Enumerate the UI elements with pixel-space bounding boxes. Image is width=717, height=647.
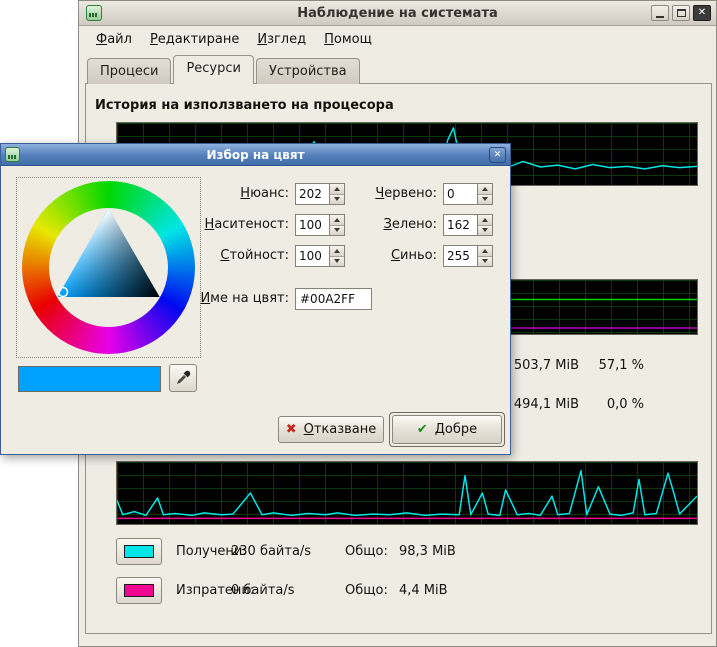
tab-bar: Процеси Ресурси Устройства	[87, 56, 362, 84]
tab-processes[interactable]: Процеси	[87, 58, 171, 84]
blue-spinbox	[443, 245, 493, 267]
ok-icon: ✔	[417, 422, 428, 437]
sent-total: 4,4 MiB	[399, 582, 448, 600]
network-history-chart	[116, 461, 698, 525]
blue-spin-buttons	[477, 246, 492, 266]
arrow-down-icon	[482, 228, 488, 232]
eyedropper-button[interactable]	[169, 364, 197, 392]
memory-amount: 503,7 MiB	[499, 358, 579, 373]
blue-input[interactable]	[444, 246, 477, 266]
dialog-close-button[interactable]: ✕	[489, 147, 506, 163]
received-rate: 230 байта/s	[231, 543, 311, 561]
close-icon: ✕	[698, 8, 706, 18]
saturation-input[interactable]	[296, 215, 329, 235]
close-button[interactable]: ✕	[693, 5, 711, 21]
green-spin-up-button[interactable]	[478, 215, 492, 225]
cancel-button[interactable]: ✖ Отказване	[278, 416, 384, 443]
arrow-down-icon	[482, 197, 488, 201]
hsv-triangle[interactable]	[22, 181, 195, 354]
received-total: 98,3 MiB	[399, 543, 456, 561]
blue-spin-down-button[interactable]	[478, 256, 492, 267]
saturation-label: Наситеност:	[151, 214, 289, 236]
sent-rate: 0 байта/s	[231, 582, 295, 600]
titlebar[interactable]: Наблюдение на системата ✕	[79, 1, 716, 26]
value-label: Стойност:	[151, 245, 289, 267]
green-label: Зелено:	[333, 214, 437, 236]
window-controls: ✕	[651, 5, 711, 21]
hue-label: Нюанс:	[151, 183, 289, 205]
arrow-down-icon	[482, 259, 488, 263]
received-total-label: Общо:	[345, 543, 388, 561]
value-input[interactable]	[296, 246, 329, 266]
color-picker-dialog: Избор на цвят ✕ Нюанс:	[0, 143, 511, 455]
green-spin-buttons	[477, 215, 492, 235]
red-spin-buttons	[477, 184, 492, 204]
menu-file[interactable]: Файл	[87, 29, 141, 50]
dialog-title: Избор на цвят	[1, 148, 510, 162]
color-name-input[interactable]	[295, 288, 372, 310]
swap-percent: 0,0 %	[584, 397, 644, 412]
sent-total-label: Общо:	[345, 582, 388, 600]
red-spin-down-button[interactable]	[478, 194, 492, 205]
arrow-up-icon	[482, 249, 488, 253]
hue-input[interactable]	[296, 184, 329, 204]
tab-devices[interactable]: Устройства	[256, 58, 360, 84]
received-color-swatch	[124, 545, 154, 558]
cpu-history-title: История на използването на процесора	[95, 98, 394, 113]
sent-color-swatch	[124, 584, 154, 597]
red-spin-up-button[interactable]	[478, 184, 492, 194]
swap-amount: 494,1 MiB	[499, 397, 579, 412]
received-color-button[interactable]	[116, 538, 162, 565]
cancel-icon: ✖	[286, 422, 297, 437]
blue-label: Синьо:	[333, 245, 437, 267]
eyedropper-icon	[175, 370, 191, 386]
close-icon: ✕	[494, 150, 502, 160]
menubar: Файл Редактиране Изглед Помощ	[79, 27, 716, 51]
maximize-icon	[677, 9, 686, 17]
minimize-button[interactable]	[651, 5, 669, 21]
maximize-button[interactable]	[672, 5, 690, 21]
red-spinbox	[443, 183, 493, 205]
arrow-up-icon	[482, 187, 488, 191]
color-preview	[18, 366, 161, 392]
blue-spin-up-button[interactable]	[478, 246, 492, 256]
menu-edit[interactable]: Редактиране	[141, 29, 248, 50]
minimize-icon	[656, 16, 664, 18]
menu-help[interactable]: Помощ	[315, 29, 381, 50]
green-input[interactable]	[444, 215, 477, 235]
cancel-button-label: Отказване	[304, 422, 377, 437]
arrow-up-icon	[482, 218, 488, 222]
sent-color-button[interactable]	[116, 577, 162, 604]
ok-button[interactable]: ✔ Добре	[392, 415, 502, 444]
ok-button-default-ring: ✔ Добре	[389, 412, 505, 447]
red-label: Червено:	[333, 183, 437, 205]
red-input[interactable]	[444, 184, 477, 204]
color-name-label: Име на цвят:	[151, 288, 289, 310]
memory-percent: 57,1 %	[584, 358, 644, 373]
green-spinbox	[443, 214, 493, 236]
window-title: Наблюдение на системата	[79, 6, 716, 21]
hsv-triangle-black-shade	[57, 209, 159, 298]
ok-button-label: Добре	[435, 422, 477, 437]
dialog-titlebar[interactable]: Избор на цвят	[1, 144, 510, 166]
menu-view[interactable]: Изглед	[248, 29, 315, 50]
green-spin-down-button[interactable]	[478, 225, 492, 236]
tab-resources[interactable]: Ресурси	[173, 55, 254, 84]
